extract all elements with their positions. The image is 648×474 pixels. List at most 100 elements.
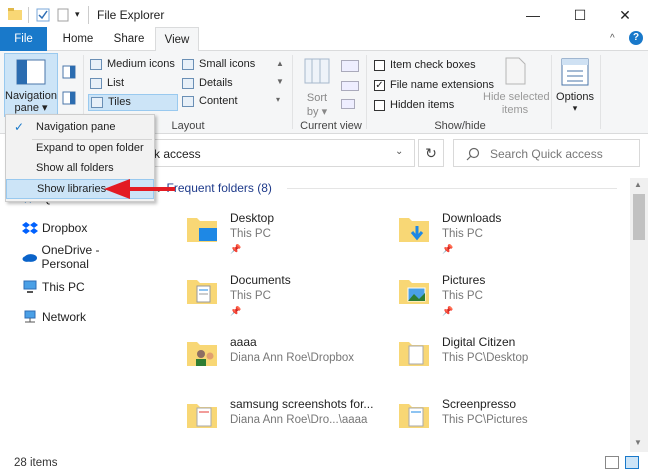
hidden-items-label: Hidden items: [390, 99, 455, 111]
status-bar: 28 items: [0, 452, 648, 474]
tab-share[interactable]: Share: [108, 27, 150, 51]
tile-item[interactable]: Documents This PC 📌: [185, 270, 365, 320]
sort-by-button[interactable]: Sort by ▾: [300, 55, 336, 118]
customize-quick-access-icon[interactable]: ▾: [75, 9, 80, 20]
tile-location: Diana Ann Roe\Dropbox: [230, 352, 355, 364]
tile-location: This PC: [442, 290, 483, 302]
nav-item-network-label: Network: [42, 310, 87, 324]
minimize-button[interactable]: —: [510, 0, 556, 30]
navigation-pane-button[interactable]: Navigation pane ▾: [4, 53, 58, 117]
nav-item-onedrive[interactable]: OneDrive - Personal: [22, 243, 147, 271]
layout-scroll-up-icon[interactable]: ▲: [276, 59, 284, 68]
search-icon: [466, 147, 480, 161]
options-icon: [561, 58, 589, 86]
layout-tiles[interactable]: Tiles: [88, 94, 178, 111]
ribbon-tabs: File Home Share View ^ ?: [0, 27, 648, 52]
pin-icon: 📌: [442, 306, 454, 316]
layout-details[interactable]: Details: [180, 76, 272, 92]
item-check-boxes-label: Item check boxes: [390, 59, 476, 71]
item-check-boxes-checkbox[interactable]: [374, 60, 385, 71]
search-placeholder: Search Quick access: [490, 147, 603, 161]
refresh-icon[interactable]: ↻: [418, 139, 444, 167]
options-arrow-icon: ▾: [572, 103, 578, 113]
size-columns-icon[interactable]: [341, 99, 355, 109]
tile-name: Desktop: [230, 211, 275, 225]
downloads-folder-icon: [399, 218, 429, 242]
group-by-icon[interactable]: [341, 60, 359, 72]
properties-icon[interactable]: [36, 8, 50, 22]
tab-home[interactable]: Home: [56, 27, 100, 51]
small-icons-icon: [182, 59, 194, 70]
hide-selected-items-button[interactable]: Hide selected items: [483, 55, 550, 117]
tile-item[interactable]: aaaa Diana Ann Roe\Dropbox: [185, 332, 385, 382]
details-view-icon[interactable]: [605, 456, 619, 469]
details-pane-icon[interactable]: [62, 91, 76, 105]
layout-list[interactable]: List: [88, 76, 178, 92]
tile-item[interactable]: Desktop This PC 📌: [185, 208, 365, 258]
navigation-pane: ★ Quick access Dropbox OneDrive - Person…: [0, 178, 147, 452]
section-title: Frequent folders (8): [166, 181, 272, 195]
tab-file[interactable]: File: [0, 27, 47, 51]
address-bar[interactable]: ck access ⌄: [140, 139, 415, 167]
tile-name: Digital Citizen: [442, 335, 516, 349]
layout-small-icons[interactable]: Small icons: [180, 57, 272, 73]
close-button[interactable]: ✕: [602, 0, 648, 30]
hidden-items-toggle[interactable]: Hidden items: [374, 98, 494, 113]
menu-item-expand-label: Expand to open folder: [36, 142, 144, 154]
large-icons-view-icon[interactable]: [625, 456, 639, 469]
maximize-button[interactable]: ☐: [557, 0, 603, 30]
tile-item[interactable]: Pictures This PC 📌: [397, 270, 577, 320]
navigation-pane-icon: [16, 59, 46, 85]
show-hide-group-label: Show/hide: [434, 120, 486, 132]
sort-label-2: by ▾: [306, 106, 328, 118]
tile-item[interactable]: Digital Citizen This PC\Desktop: [397, 332, 577, 382]
network-icon: [24, 310, 36, 323]
checkmark-icon: ✓: [14, 120, 25, 134]
scroll-thumb[interactable]: [633, 194, 645, 240]
hidden-items-checkbox[interactable]: [374, 100, 385, 111]
tile-name: Screenpresso: [442, 397, 517, 411]
layout-medium-icons[interactable]: Medium icons: [88, 57, 178, 73]
vertical-scrollbar[interactable]: ▲ ▼: [630, 178, 648, 452]
list-icon: [90, 78, 102, 89]
menu-item-expand-to-open-folder[interactable]: Expand to open folder: [6, 138, 154, 158]
desktop-folder-icon: [187, 218, 217, 242]
options-button[interactable]: Options ▾: [555, 55, 595, 117]
layout-content[interactable]: Content: [180, 94, 272, 110]
tab-view[interactable]: View: [155, 27, 199, 52]
content-icon: [182, 96, 194, 107]
tile-item[interactable]: samsung screenshots for... Diana Ann Roe…: [185, 394, 395, 444]
collapse-ribbon-icon[interactable]: ^: [610, 33, 615, 44]
pictures-folder-icon: [399, 280, 429, 304]
nav-item-this-pc[interactable]: This PC: [22, 277, 85, 297]
tile-item[interactable]: Downloads This PC 📌: [397, 208, 577, 258]
sort-label-1: Sort: [306, 92, 328, 104]
tile-item[interactable]: Screenpresso This PC\Pictures: [397, 394, 577, 444]
scroll-down-icon[interactable]: ▼: [634, 438, 642, 447]
menu-item-show-all-folders-label: Show all folders: [36, 162, 114, 174]
nav-item-dropbox[interactable]: Dropbox: [22, 218, 87, 238]
address-dropdown-icon[interactable]: ⌄: [395, 146, 403, 157]
options-label: Options: [556, 91, 594, 103]
tile-location: Diana Ann Roe\Dro...\aaaa: [230, 414, 368, 426]
scroll-up-icon[interactable]: ▲: [634, 180, 642, 189]
current-view-group-label: Current view: [300, 120, 362, 132]
onedrive-icon: [22, 254, 38, 262]
file-name-extensions-checkbox[interactable]: ✓: [374, 80, 385, 91]
tile-name: Downloads: [442, 211, 502, 225]
nav-item-network[interactable]: Network: [22, 307, 86, 327]
search-box[interactable]: Search Quick access: [453, 139, 640, 167]
shared-folder-icon: [187, 342, 217, 366]
file-name-extensions-toggle[interactable]: ✓ File name extensions: [374, 78, 494, 93]
section-divider: [287, 188, 617, 189]
add-columns-icon[interactable]: [341, 81, 359, 91]
content-area: ⌄Frequent folders (8) Desktop This PC 📌 …: [147, 178, 630, 452]
item-check-boxes-toggle[interactable]: Item check boxes: [374, 58, 494, 73]
menu-item-navigation-pane[interactable]: ✓ Navigation pane: [6, 117, 154, 137]
layout-scroll-down-icon[interactable]: ▼: [276, 77, 284, 86]
help-icon[interactable]: ?: [629, 31, 643, 45]
sort-icon: [304, 58, 330, 84]
layout-expand-icon[interactable]: ▾: [276, 95, 280, 104]
preview-pane-icon[interactable]: [62, 65, 76, 79]
new-folder-icon[interactable]: [56, 8, 70, 22]
